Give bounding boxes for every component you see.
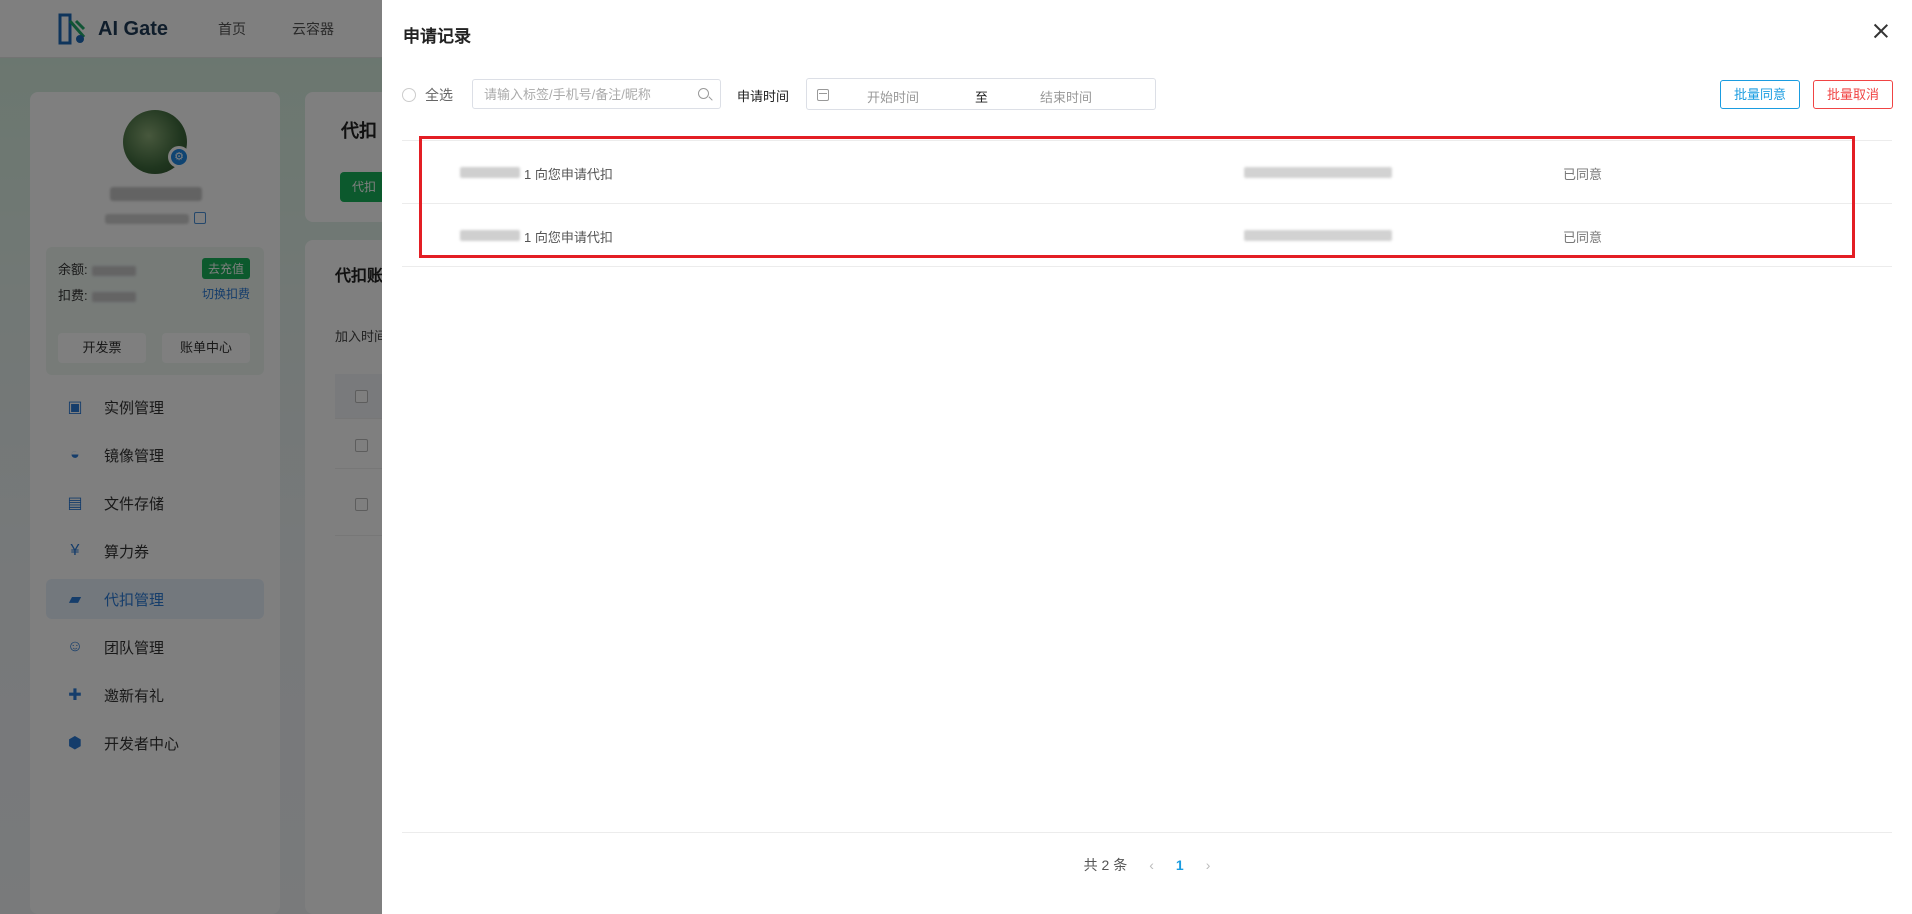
batch-cancel-button[interactable]: 批量取消 (1813, 80, 1893, 109)
select-all[interactable]: 全选 (402, 85, 453, 105)
date-start-input[interactable]: 开始时间 (867, 87, 919, 106)
page-number[interactable]: 1 (1176, 857, 1184, 873)
list-item[interactable]: 1 向您申请代扣 已同意 (402, 204, 1892, 267)
date-separator: 至 (975, 90, 989, 105)
applicant-redacted (460, 167, 520, 178)
calendar-icon (817, 89, 829, 101)
drawer-title: 申请记录 (403, 27, 471, 46)
applicant-redacted (460, 230, 520, 241)
prev-page-icon[interactable]: ‹ (1149, 857, 1154, 873)
date-range-picker[interactable]: 开始时间 至 结束时间 (806, 78, 1156, 110)
divider (402, 832, 1892, 833)
select-all-label: 全选 (425, 87, 453, 103)
pagination-total: 共 2 条 (1083, 857, 1128, 873)
search-icon[interactable] (698, 88, 709, 99)
request-text: 1 向您申请代扣 (524, 167, 613, 182)
search-input[interactable] (484, 80, 689, 108)
status-badge: 已同意 (1563, 230, 1603, 245)
date-end-input[interactable]: 结束时间 (1040, 87, 1092, 106)
date-filter-label: 申请时间 (737, 89, 790, 104)
request-time-redacted (1244, 167, 1392, 178)
request-text: 1 向您申请代扣 (524, 230, 613, 245)
pagination: 共 2 条 ‹ 1 › (382, 855, 1912, 875)
next-page-icon[interactable]: › (1206, 857, 1211, 873)
select-all-radio[interactable] (402, 88, 416, 102)
batch-approve-button[interactable]: 批量同意 (1720, 80, 1800, 109)
search-box (472, 79, 721, 109)
request-time-redacted (1244, 230, 1392, 241)
status-badge: 已同意 (1563, 167, 1603, 182)
close-icon[interactable] (1870, 20, 1892, 42)
records-drawer: 申请记录 全选 申请时间 开始时间 至 结束时间 批量同意 批量取消 1 向您申… (382, 0, 1912, 914)
list-item[interactable]: 1 向您申请代扣 已同意 (402, 141, 1892, 204)
